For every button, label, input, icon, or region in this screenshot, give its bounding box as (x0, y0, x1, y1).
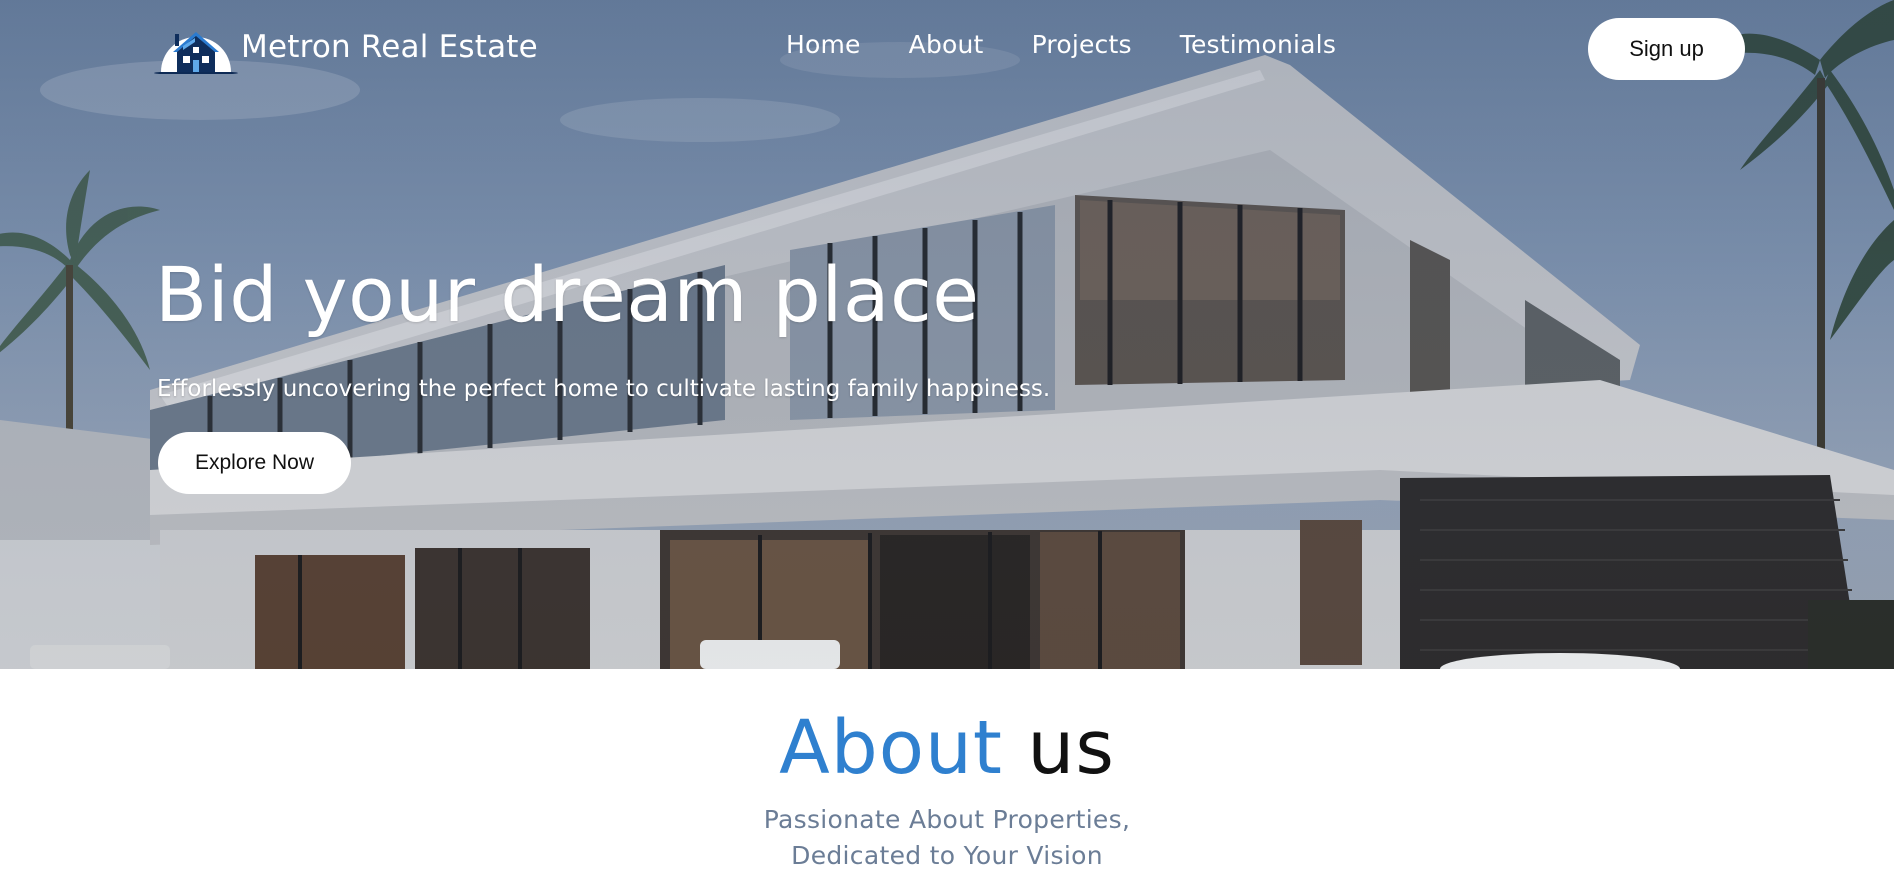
nav-testimonials[interactable]: Testimonials (1180, 30, 1336, 59)
nav-about[interactable]: About (909, 30, 984, 59)
nav-projects[interactable]: Projects (1032, 30, 1132, 59)
about-subtitle-line-1: Passionate About Properties, (763, 805, 1131, 834)
explore-now-button[interactable]: Explore Now (158, 432, 351, 494)
hero-subtitle: Efforlessly uncovering the perfect home … (157, 376, 1051, 402)
about-subtitle-line-2: Dedicated to Your Vision (791, 841, 1103, 870)
top-navbar: Metron Real Estate Home About Projects T… (0, 0, 1894, 98)
about-subtitle: Passionate About Properties, Dedicated t… (0, 802, 1894, 874)
signup-button[interactable]: Sign up (1588, 18, 1745, 80)
about-title-accent: About (779, 705, 1003, 791)
about-title: About us (0, 705, 1894, 791)
about-title-rest: us (1027, 705, 1115, 791)
house-logo-icon (153, 20, 239, 75)
hero-title: Bid your dream place (155, 250, 980, 339)
brand[interactable]: Metron Real Estate (153, 20, 538, 75)
nav-home[interactable]: Home (786, 30, 861, 59)
main-menu: Home About Projects Testimonials (786, 30, 1336, 59)
brand-name: Metron Real Estate (241, 29, 538, 65)
